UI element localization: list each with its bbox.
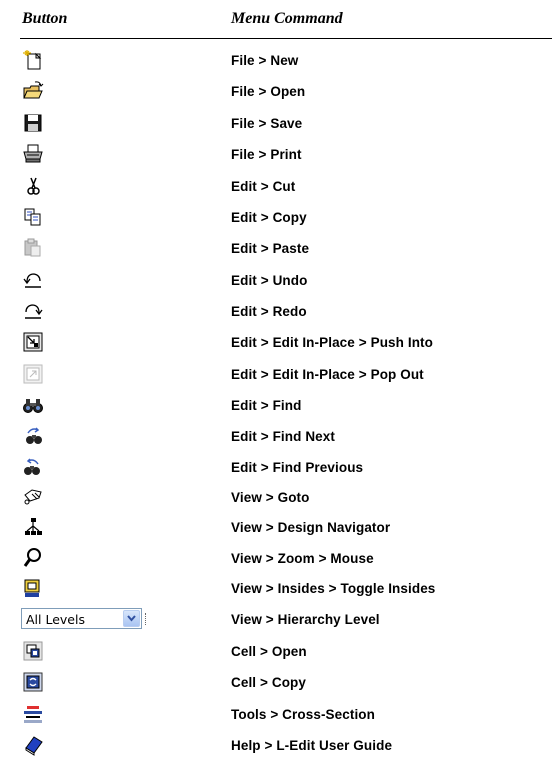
copy-icon[interactable] [22,206,46,228]
cut-icon[interactable] [22,175,46,197]
menu-command-text: Edit > Find Previous [231,460,364,475]
push-into-icon[interactable] [22,331,46,353]
paste-icon[interactable] [22,237,46,259]
menu-command-text: Edit > Cut [231,179,296,194]
menu-command-text: File > Save [231,116,303,131]
table-row: File > Print [0,139,554,170]
table-row: Edit > Find Next [0,421,554,452]
table-row: Edit > Find [0,390,554,421]
menu-command-text: View > Zoom > Mouse [231,551,374,566]
table-row: View > Zoom > Mouse [0,543,554,574]
menu-command-text: Help > L-Edit User Guide [231,738,393,753]
table-row: Edit > Edit In-Place > Push Into [0,327,554,358]
menu-command-text: Cell > Open [231,644,307,659]
file-print-icon[interactable] [22,143,46,165]
table-row: Cell > Copy [0,667,554,698]
menu-command-text: File > Print [231,147,302,162]
redo-icon[interactable] [22,300,46,322]
menu-command-text: File > Open [231,84,306,99]
menu-command-text: View > Insides > Toggle Insides [231,581,436,596]
table-row: All Levels View > Hierarchy Level [0,604,554,635]
undo-icon[interactable] [22,269,46,291]
menu-command-text: Edit > Redo [231,304,307,319]
design-navigator-icon[interactable] [22,516,46,538]
find-previous-icon[interactable] [22,456,46,478]
table-row: Edit > Find Previous [0,452,554,483]
table-row: View > Goto [0,482,554,513]
menu-command-text: View > Design Navigator [231,520,391,535]
menu-command-text: Cell > Copy [231,675,306,690]
zoom-mouse-icon[interactable] [22,547,46,569]
menu-command-text: Tools > Cross-Section [231,707,376,722]
button-column-header: Button [22,10,68,27]
table-row: Edit > Paste [0,233,554,264]
menu-command-text: Edit > Copy [231,210,307,225]
table-row: Edit > Edit In-Place > Pop Out [0,359,554,390]
hierarchy-level-select[interactable]: All Levels [21,608,142,629]
table-row: File > New [0,45,554,76]
table-row: File > Open [0,76,554,107]
table-row: Edit > Redo [0,296,554,327]
table-row: View > Design Navigator [0,512,554,543]
find-next-icon[interactable] [22,425,46,447]
menu-command-text: View > Hierarchy Level [231,612,380,627]
find-icon[interactable] [22,394,46,416]
cell-open-icon[interactable] [22,640,46,662]
hierarchy-level-value: All Levels [26,612,85,627]
table-row: Cell > Open [0,636,554,667]
menu-command-text: Edit > Edit In-Place > Pop Out [231,367,424,382]
table-row: Edit > Cut [0,171,554,202]
file-save-icon[interactable] [22,112,46,134]
table-row: File > Save [0,108,554,139]
file-new-icon[interactable] [22,49,46,71]
table-row: Edit > Undo [0,265,554,296]
menu-command-text: Edit > Find Next [231,429,335,444]
cell-copy-icon[interactable] [22,671,46,693]
header-rule [20,38,552,39]
menu-command-text: Edit > Find [231,398,302,413]
file-open-icon[interactable] [22,80,46,102]
menu-command-column-header: Menu Command [231,10,343,27]
table-row: Tools > Cross-Section [0,699,554,730]
goto-icon[interactable] [22,486,46,508]
pop-out-icon[interactable] [22,363,46,385]
menu-command-text: Edit > Paste [231,241,310,256]
menu-command-text: View > Goto [231,490,310,505]
toggle-insides-icon[interactable] [22,577,46,599]
table-row: Help > L-Edit User Guide [0,730,554,761]
cross-section-icon[interactable] [22,703,46,725]
table-row: View > Insides > Toggle Insides [0,573,554,604]
toolbar-grip [145,613,148,625]
chevron-down-icon[interactable] [123,610,140,627]
menu-command-text: Edit > Undo [231,273,308,288]
user-guide-icon[interactable] [22,734,46,756]
menu-command-text: File > New [231,53,299,68]
menu-command-text: Edit > Edit In-Place > Push Into [231,335,433,350]
table-row: Edit > Copy [0,202,554,233]
